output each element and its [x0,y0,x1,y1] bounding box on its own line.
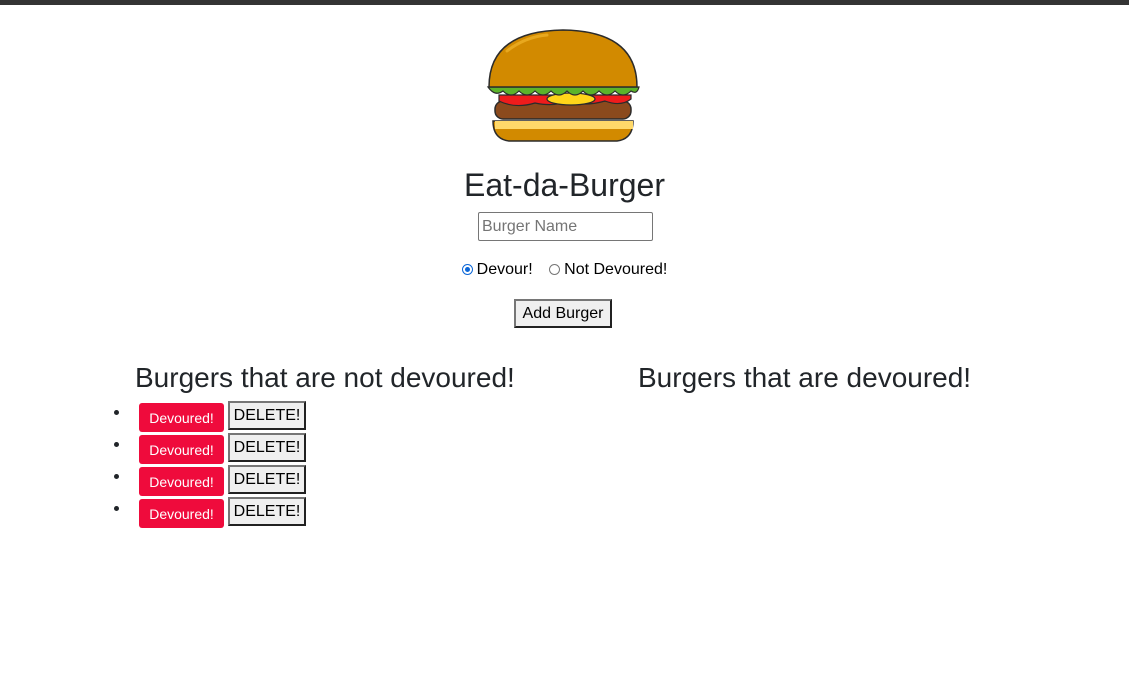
not-devoured-heading: Burgers that are not devoured! [135,362,515,393]
devour-button[interactable]: Devoured! [139,435,224,464]
browser-top-bar [0,0,1129,5]
radio-devour-label: Devour! [476,261,533,278]
devour-radio-group: Devour! Not Devoured! [0,260,1129,280]
bullet-icon [114,474,119,479]
bullet-icon [114,506,119,511]
list-item: Devoured! DELETE! [0,465,320,497]
delete-button[interactable]: DELETE! [228,401,306,430]
devour-button[interactable]: Devoured! [139,467,224,496]
devoured-heading: Burgers that are devoured! [638,362,972,393]
delete-button[interactable]: DELETE! [228,465,306,494]
list-item: Devoured! DELETE! [0,433,320,465]
list-item: Devoured! DELETE! [0,497,320,529]
burger-name-input[interactable] [478,212,653,241]
radio-devour[interactable]: Devour! [461,261,533,278]
delete-button[interactable]: DELETE! [228,433,306,462]
radio-not-devoured-icon[interactable] [549,264,561,275]
add-burger-button[interactable]: Add Burger [514,299,612,328]
not-devoured-list: Devoured! DELETE! Devoured! DELETE! Devo… [0,401,320,529]
bullet-icon [114,442,119,447]
burger-icon [485,27,641,144]
list-item: Devoured! DELETE! [0,401,320,433]
page-title: Eat-da-Burger [464,167,665,203]
devour-button[interactable]: Devoured! [139,499,224,528]
radio-not-devoured-label: Not Devoured! [564,261,668,278]
radio-not-devoured[interactable]: Not Devoured! [549,261,667,278]
bullet-icon [114,410,119,415]
radio-devour-checked-icon[interactable] [461,264,473,275]
devour-button[interactable]: Devoured! [139,403,224,432]
delete-button[interactable]: DELETE! [228,497,306,526]
